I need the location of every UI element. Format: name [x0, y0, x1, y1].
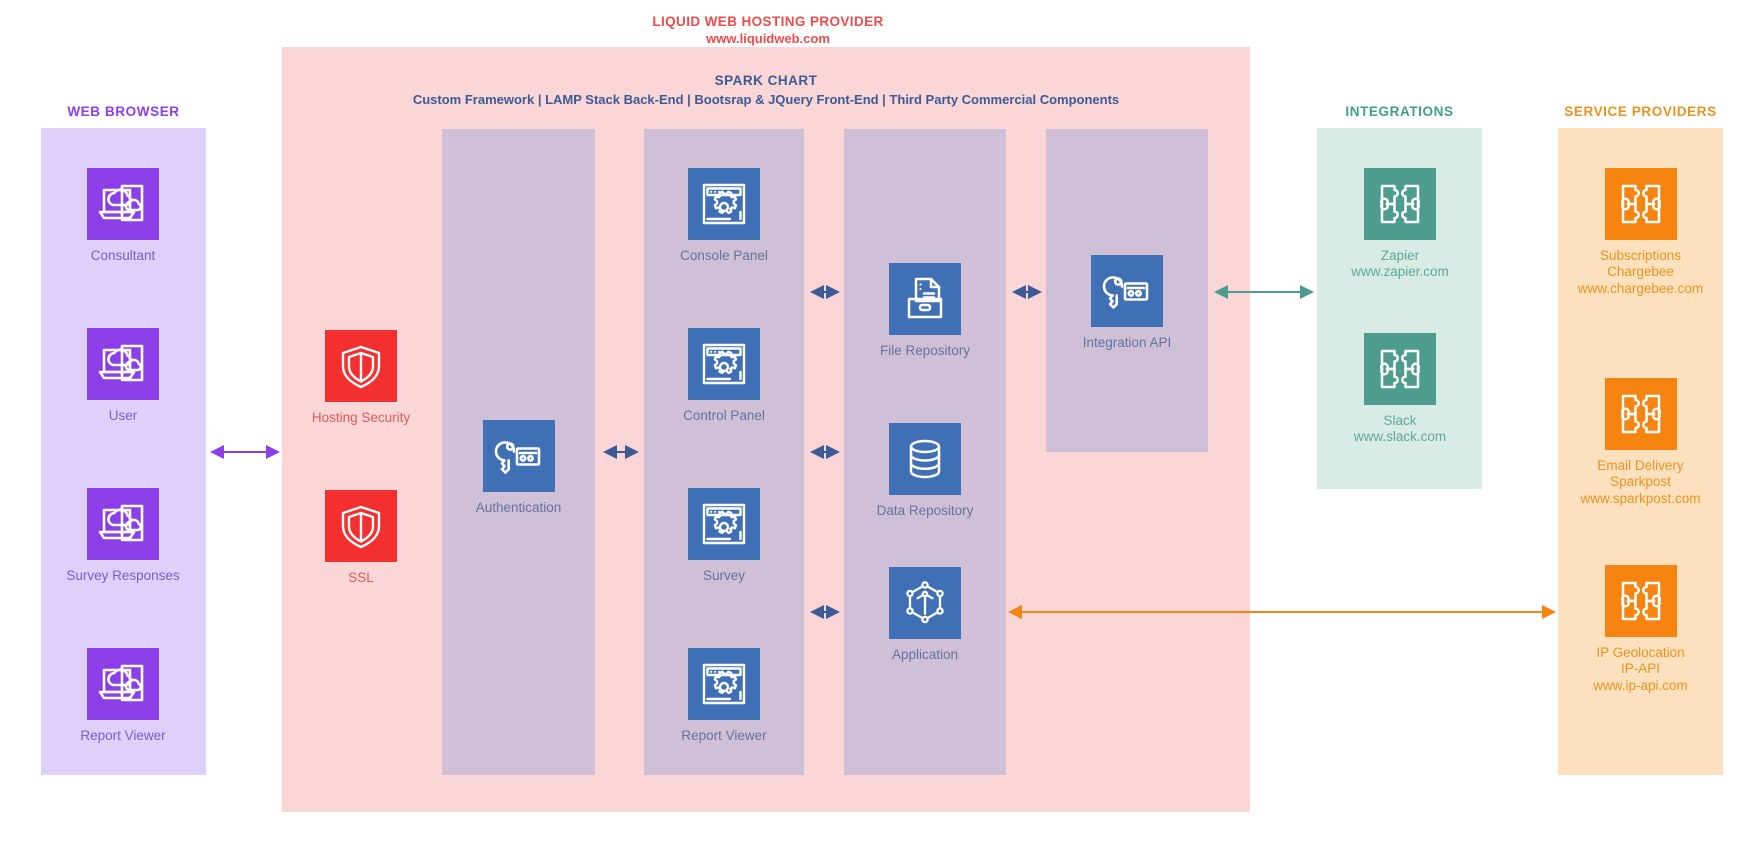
node-label: IP Geolocation IP-API www.ip-api.com [1593, 645, 1688, 693]
node-label: Report Viewer [80, 728, 166, 743]
node-subscriptions-chargebee[interactable]: Subscriptions Chargebee www.chargebee.co… [1550, 168, 1731, 297]
node-integration-api[interactable]: Integration API [1056, 255, 1198, 351]
shield-icon [325, 490, 397, 562]
node-zapier[interactable]: Zapier www.zapier.com [1326, 168, 1474, 281]
node-report-viewer-browser[interactable]: Report Viewer [58, 648, 188, 744]
node-label: Slack www.slack.com [1353, 413, 1447, 445]
window-gear-icon [688, 488, 760, 560]
shield-icon [325, 330, 397, 402]
node-label: Hosting Security [311, 410, 411, 425]
integrations-header: INTEGRATIONS [1345, 104, 1454, 119]
file-drawer-icon [889, 263, 961, 335]
node-label: Email Delivery Sparkpost www.sparkpost.c… [1580, 458, 1701, 506]
node-label: User [108, 408, 138, 423]
node-application[interactable]: Application [862, 567, 988, 663]
window-gear-icon [688, 328, 760, 400]
node-report-viewer-panel[interactable]: Report Viewer [655, 648, 793, 744]
window-gear-icon [688, 168, 760, 240]
node-survey[interactable]: Survey [675, 488, 773, 584]
browser-cloud-icon [87, 168, 159, 240]
puzzle-icon [1364, 168, 1436, 240]
node-label: Application [891, 647, 959, 662]
key-card-icon [1091, 255, 1163, 327]
hosting-provider-title: LIQUID WEB HOSTING PROVIDER [652, 14, 884, 29]
puzzle-icon [1604, 168, 1677, 240]
node-email-delivery-sparkpost[interactable]: Email Delivery Sparkpost www.sparkpost.c… [1550, 378, 1731, 507]
node-consultant[interactable]: Consultant [68, 168, 178, 264]
browser-cloud-icon [87, 488, 159, 560]
node-label: Console Panel [680, 248, 768, 263]
node-authentication[interactable]: Authentication [450, 420, 587, 516]
node-label: Authentication [475, 500, 562, 515]
node-label: Integration API [1082, 335, 1172, 350]
spark-chart-subtitle: Custom Framework | LAMP Stack Back-End |… [412, 92, 1120, 107]
web-browser-header: WEB BROWSER [67, 104, 180, 119]
node-ssl[interactable]: SSL [316, 490, 406, 586]
node-label: Survey Responses [66, 568, 180, 583]
node-user[interactable]: User [68, 328, 178, 424]
service-providers-header: SERVICE PROVIDERS [1564, 104, 1717, 119]
node-label: Zapier www.zapier.com [1351, 248, 1449, 280]
window-gear-icon [688, 648, 760, 720]
hosting-provider-url: www.liquidweb.com [706, 31, 830, 46]
node-label: Control Panel [683, 408, 765, 423]
puzzle-icon [1604, 565, 1677, 637]
database-icon [889, 423, 961, 495]
node-ip-geolocation[interactable]: IP Geolocation IP-API www.ip-api.com [1550, 565, 1731, 694]
node-label: SSL [348, 570, 374, 585]
puzzle-icon [1604, 378, 1677, 450]
node-label: Data Repository [876, 503, 974, 518]
node-control-panel[interactable]: Control Panel [655, 328, 793, 424]
node-label: Subscriptions Chargebee www.chargebee.co… [1577, 248, 1704, 296]
cube-network-icon [889, 567, 961, 639]
key-card-icon [482, 420, 555, 492]
node-label: Report Viewer [681, 728, 767, 743]
node-label: Consultant [90, 248, 156, 263]
node-label: Survey [702, 568, 746, 583]
node-label: File Repository [879, 343, 971, 358]
node-console-panel[interactable]: Console Panel [655, 168, 793, 264]
node-slack[interactable]: Slack www.slack.com [1326, 333, 1474, 446]
puzzle-icon [1364, 333, 1436, 405]
node-survey-responses[interactable]: Survey Responses [50, 488, 196, 584]
spark-chart-title: SPARK CHART [714, 73, 818, 88]
browser-cloud-icon [87, 648, 159, 720]
node-file-repository[interactable]: File Repository [855, 263, 995, 359]
node-data-repository[interactable]: Data Repository [852, 423, 998, 519]
browser-cloud-icon [87, 328, 159, 400]
node-hosting-security[interactable]: Hosting Security [296, 330, 426, 426]
architecture-diagram: LIQUID WEB HOSTING PROVIDER www.liquidwe… [0, 0, 1763, 852]
